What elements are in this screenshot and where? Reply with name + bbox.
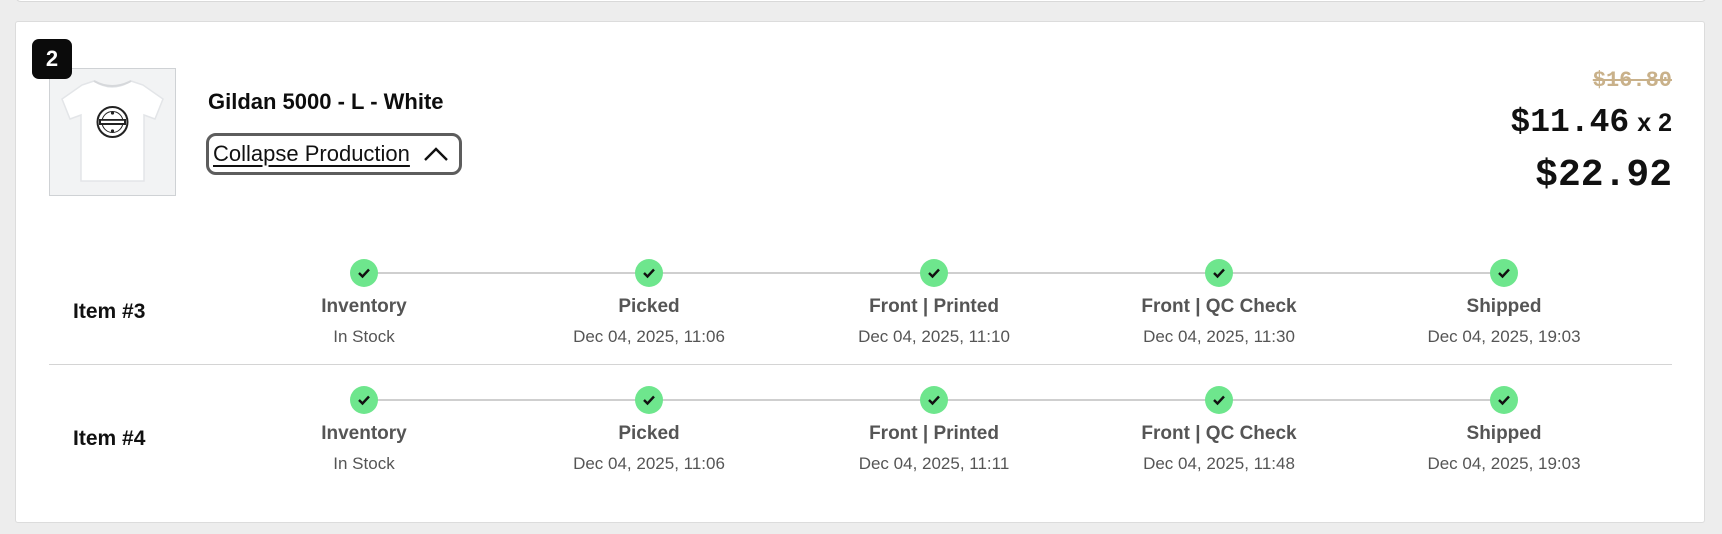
item-label: Item #4 xyxy=(73,427,146,450)
step-detail: Dec 04, 2025, 11:30 xyxy=(1143,327,1295,346)
step-name: Inventory xyxy=(321,423,407,444)
collapse-production-button[interactable]: Collapse Production xyxy=(206,133,462,175)
check-icon xyxy=(1490,386,1518,414)
total-price: $22.92 xyxy=(1535,154,1672,197)
step-name: Picked xyxy=(618,296,680,317)
step-picked: Picked Dec 04, 2025, 11:06 xyxy=(529,254,769,348)
unit-price-row: $11.46 x 2 xyxy=(1510,104,1672,141)
step-detail: Dec 04, 2025, 11:06 xyxy=(573,327,725,346)
original-price: $16.80 xyxy=(1592,68,1672,93)
tshirt-icon xyxy=(61,80,164,182)
product-thumbnail[interactable] xyxy=(49,68,176,196)
chevron-up-icon xyxy=(424,147,448,161)
item-label: Item #3 xyxy=(73,300,146,323)
step-shipped: Shipped Dec 04, 2025, 19:03 xyxy=(1384,381,1624,475)
unit-price: $11.46 xyxy=(1510,104,1630,141)
step-inventory: Inventory In Stock xyxy=(244,254,484,348)
check-icon xyxy=(1490,259,1518,287)
step-detail: Dec 04, 2025, 11:10 xyxy=(858,327,1010,346)
check-icon xyxy=(350,259,378,287)
step-detail: In Stock xyxy=(333,327,395,346)
step-name: Front | Printed xyxy=(869,296,999,317)
previous-order-card xyxy=(15,0,1707,2)
step-detail: Dec 04, 2025, 11:11 xyxy=(858,454,1010,473)
step-name: Picked xyxy=(618,423,680,444)
step-detail: Dec 04, 2025, 19:03 xyxy=(1427,327,1581,346)
step-front-qc-check: Front | QC Check Dec 04, 2025, 11:30 xyxy=(1099,254,1339,348)
product-title: Gildan 5000 - L - White xyxy=(208,89,444,114)
step-front-printed: Front | Printed Dec 04, 2025, 11:11 xyxy=(814,381,1054,475)
check-icon xyxy=(635,259,663,287)
row-divider xyxy=(49,364,1672,365)
step-name: Front | QC Check xyxy=(1141,296,1297,317)
step-name: Inventory xyxy=(321,296,407,317)
step-picked: Picked Dec 04, 2025, 11:06 xyxy=(529,381,769,475)
step-detail: Dec 04, 2025, 19:03 xyxy=(1427,454,1581,473)
step-detail: Dec 04, 2025, 11:06 xyxy=(573,454,725,473)
step-name: Shipped xyxy=(1466,296,1542,317)
check-icon xyxy=(920,259,948,287)
item-index-badge: 2 xyxy=(32,39,72,79)
step-shipped: Shipped Dec 04, 2025, 19:03 xyxy=(1384,254,1624,348)
step-detail: In Stock xyxy=(333,454,395,473)
check-icon xyxy=(920,386,948,414)
check-icon xyxy=(350,386,378,414)
quantity: x 2 xyxy=(1637,109,1672,137)
step-name: Front | QC Check xyxy=(1141,423,1297,444)
step-front-qc-check: Front | QC Check Dec 04, 2025, 11:48 xyxy=(1099,381,1339,475)
check-icon xyxy=(635,386,663,414)
step-detail: Dec 04, 2025, 11:48 xyxy=(1143,454,1295,473)
order-item-card: 2 Gildan 5000 - L - White Collapse Produ… xyxy=(15,21,1705,523)
check-icon xyxy=(1205,386,1233,414)
step-name: Front | Printed xyxy=(869,423,999,444)
check-icon xyxy=(1205,259,1233,287)
collapse-production-label: Collapse Production xyxy=(213,141,410,166)
step-front-printed: Front | Printed Dec 04, 2025, 11:10 xyxy=(814,254,1054,348)
step-name: Shipped xyxy=(1466,423,1542,444)
step-inventory: Inventory In Stock xyxy=(244,381,484,475)
